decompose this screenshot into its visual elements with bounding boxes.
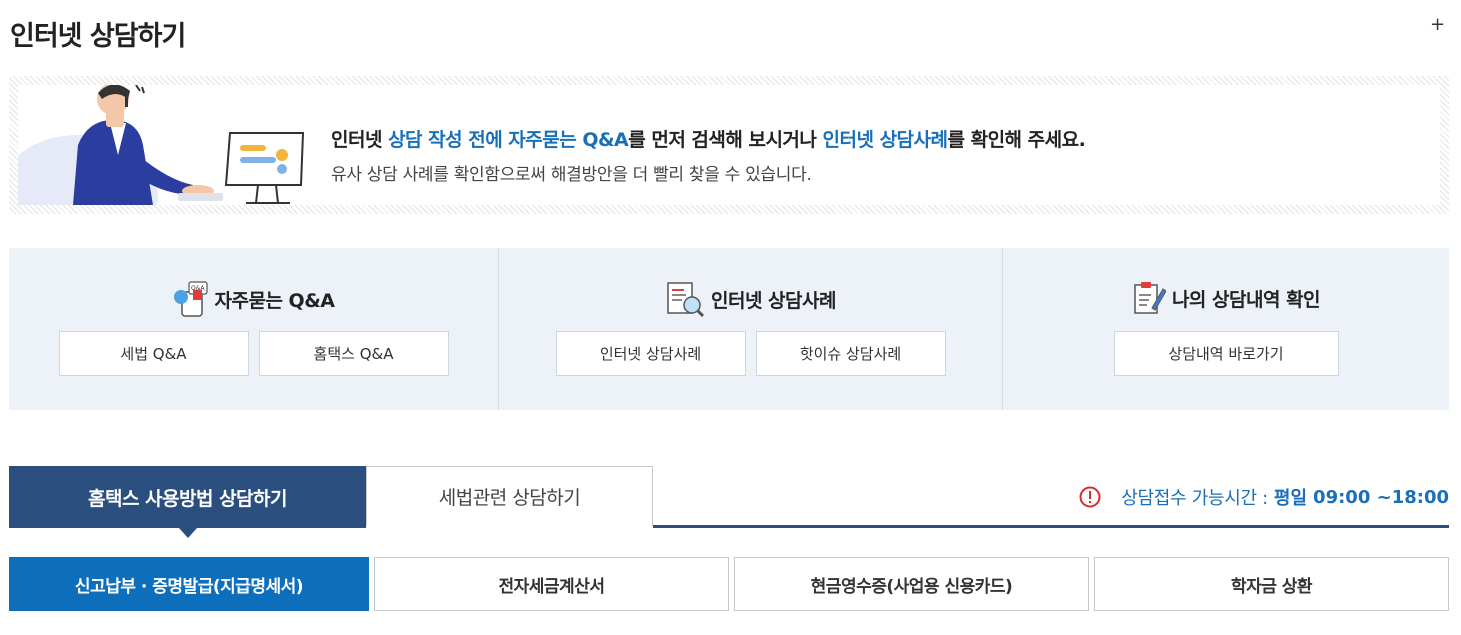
my-history-section: 나의 상담내역 확인 상담내역 바로가기 bbox=[1002, 248, 1449, 410]
tab-tax-law[interactable]: 세법관련 상담하기 bbox=[366, 466, 653, 526]
document-search-icon bbox=[667, 282, 705, 318]
case-label: 인터넷 상담사례 bbox=[711, 289, 836, 312]
hours-label: 상담접수 가능시간 : bbox=[1121, 488, 1268, 509]
hours-day: 평일 bbox=[1273, 488, 1308, 509]
qna-icon: Q&A bbox=[173, 281, 208, 317]
tab-hometax-usage[interactable]: 홈택스 사용방법 상담하기 bbox=[9, 466, 366, 538]
faq-label: 자주묻는 Q&A bbox=[214, 289, 335, 312]
subtab-student-loan[interactable]: 학자금 상환 bbox=[1094, 557, 1449, 611]
subtab-filing-payment[interactable]: 신고납부 · 증명발급(지급명세서) bbox=[9, 557, 369, 611]
clipboard-pen-icon bbox=[1134, 282, 1166, 314]
quick-link-panel: Q&A 자주묻는 Q&A 세법 Q&A 홈택스 Q&A 인터넷 상담사례 인터넷… bbox=[9, 248, 1449, 410]
hours-time: 09:00 ~18:00 bbox=[1313, 486, 1449, 508]
svg-text:Q&A: Q&A bbox=[191, 285, 205, 292]
faq-section: Q&A 자주묻는 Q&A 세법 Q&A 홈택스 Q&A bbox=[9, 248, 498, 410]
hours-notice: 상담접수 가능시간 : 평일 09:00 ~18:00 bbox=[1079, 484, 1449, 510]
tab-underline bbox=[653, 525, 1449, 528]
subtab-e-tax-invoice[interactable]: 전자세금계산서 bbox=[374, 557, 729, 611]
hometax-qna-button[interactable]: 홈택스 Q&A bbox=[258, 331, 449, 376]
page-title: 인터넷 상담하기 bbox=[10, 21, 186, 52]
history-shortcut-button[interactable]: 상담내역 바로가기 bbox=[1113, 331, 1339, 376]
guide-banner: 인터넷 상담 작성 전에 자주묻는 Q&A를 먼저 검색해 보시거나 인터넷 상… bbox=[9, 76, 1449, 214]
banner-headline: 인터넷 상담 작성 전에 자주묻는 Q&A를 먼저 검색해 보시거나 인터넷 상… bbox=[331, 129, 1086, 151]
sub-tab-bar: 신고납부 · 증명발급(지급명세서) 전자세금계산서 현금영수증(사업용 신용카… bbox=[9, 557, 1449, 611]
tab-hometax-usage-label: 홈택스 사용방법 상담하기 bbox=[87, 487, 288, 510]
case-section: 인터넷 상담사례 인터넷 상담사례 핫이슈 상담사례 bbox=[498, 248, 1002, 410]
my-history-label: 나의 상담내역 확인 bbox=[1171, 288, 1321, 311]
alert-icon bbox=[1079, 486, 1101, 508]
tax-law-qna-button[interactable]: 세법 Q&A bbox=[58, 331, 249, 376]
active-tab-caret bbox=[178, 528, 197, 538]
internet-case-button[interactable]: 인터넷 상담사례 bbox=[555, 331, 746, 376]
counselor-illustration-icon bbox=[18, 85, 305, 205]
hot-issue-case-button[interactable]: 핫이슈 상담사례 bbox=[755, 331, 946, 376]
banner-subtext: 유사 상담 사례를 확인함으로써 해결방안을 더 빨리 찾을 수 있습니다. bbox=[331, 165, 812, 185]
subtab-cash-receipt[interactable]: 현금영수증(사업용 신용카드) bbox=[734, 557, 1089, 611]
expand-button[interactable]: + bbox=[1430, 14, 1445, 35]
